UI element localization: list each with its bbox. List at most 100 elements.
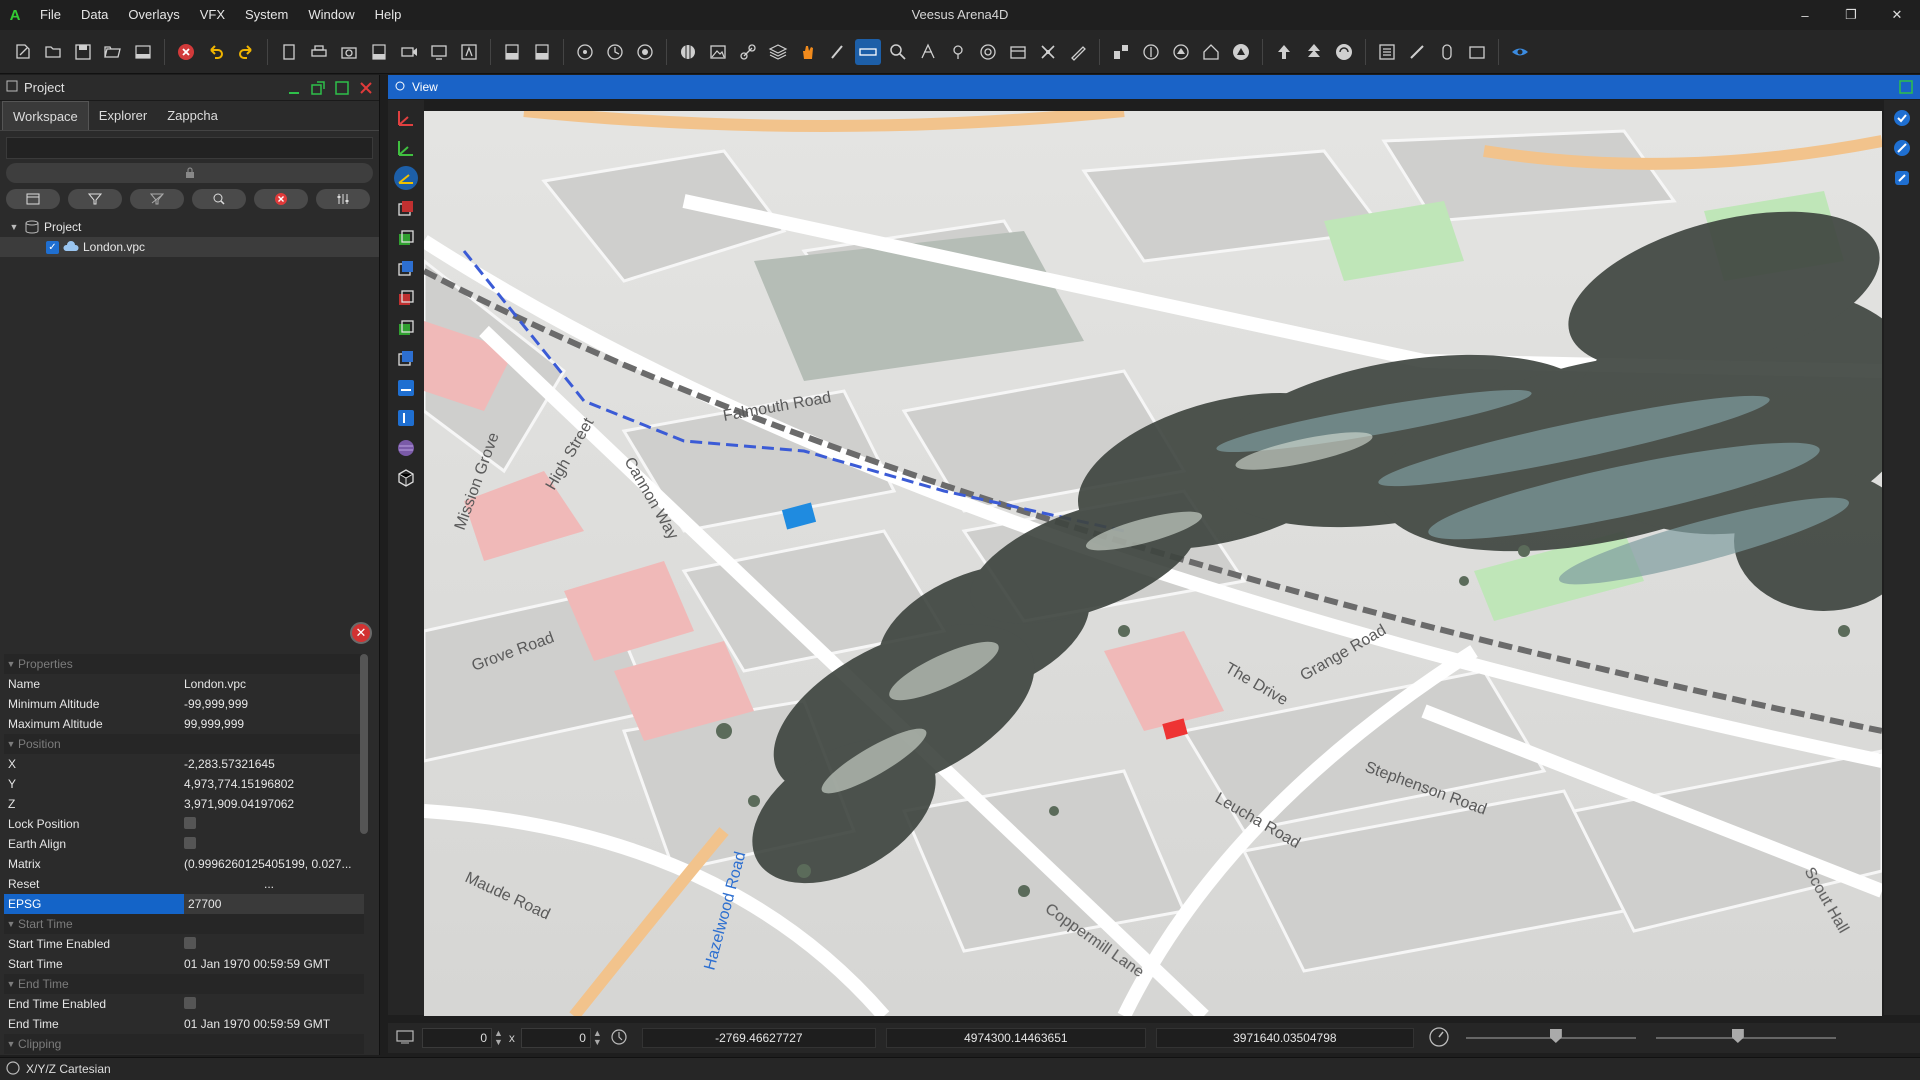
gps-icon[interactable] [610, 1028, 628, 1049]
box-icon[interactable] [1005, 39, 1031, 65]
pencil-icon[interactable] [1065, 39, 1091, 65]
reset-view-icon[interactable] [1890, 106, 1914, 130]
eye-icon[interactable] [1507, 39, 1533, 65]
x-coordinate[interactable]: -2769.46627727 [641, 1028, 876, 1048]
properties-scrollbar[interactable] [360, 654, 368, 834]
height-field[interactable]: 0 [520, 1028, 591, 1048]
print-icon[interactable] [306, 39, 332, 65]
prop-max-altitude[interactable]: Maximum Altitude 99,999,999 [4, 714, 364, 734]
epsg-field[interactable]: 27700 [184, 894, 364, 914]
tree-item-london[interactable]: ✓ London.vpc [0, 237, 379, 257]
menu-vfx[interactable]: VFX [190, 0, 235, 30]
height-stepper-icon[interactable]: ▲ ▼ [593, 1029, 602, 1047]
search-icon[interactable] [885, 39, 911, 65]
restore-button[interactable]: ❐ [1828, 0, 1874, 30]
zoom-slider[interactable] [1655, 1026, 1836, 1050]
prop-end-time-enabled[interactable]: End Time Enabled [4, 994, 364, 1014]
z-coordinate[interactable]: 3971640.03504798 [1155, 1028, 1414, 1048]
tab-zappcha[interactable]: Zappcha [157, 101, 228, 130]
axis-red-icon[interactable] [394, 106, 418, 130]
undo-icon[interactable] [203, 39, 229, 65]
view-top-icon[interactable] [394, 316, 418, 340]
menu-help[interactable]: Help [365, 0, 412, 30]
prop-y[interactable]: Y 4,973,774.15196802 [4, 774, 364, 794]
particles-icon[interactable] [572, 39, 598, 65]
view-right-icon[interactable] [394, 286, 418, 310]
prop-matrix[interactable]: Matrix (0.9996260125405199, 0.027... [4, 854, 364, 874]
remove-button[interactable] [254, 189, 308, 209]
triangle-icon[interactable] [1228, 39, 1254, 65]
close-panel-icon[interactable] [357, 79, 375, 97]
compass-icon[interactable] [915, 39, 941, 65]
cloud-icon[interactable] [975, 39, 1001, 65]
prop-start-time-enabled[interactable]: Start Time Enabled [4, 934, 364, 954]
sphere-icon[interactable] [394, 436, 418, 460]
end-time-checkbox[interactable] [184, 996, 196, 1009]
float-panel-icon[interactable] [309, 79, 327, 97]
pin-icon[interactable] [945, 39, 971, 65]
mouse-icon[interactable] [1434, 39, 1460, 65]
window-icon[interactable] [1464, 39, 1490, 65]
link-icon[interactable] [735, 39, 761, 65]
reset-button[interactable]: ... [184, 877, 364, 891]
start-time-checkbox[interactable] [184, 936, 196, 949]
camera-icon[interactable] [336, 39, 362, 65]
save-icon[interactable] [70, 39, 96, 65]
list-icon[interactable] [1374, 39, 1400, 65]
y-coordinate[interactable]: 4974300.14463651 [885, 1028, 1146, 1048]
3d-viewport[interactable]: High Street Mission Grove Falmouth Road … [424, 111, 1882, 1016]
prop-min-altitude[interactable]: Minimum Altitude -99,999,999 [4, 694, 364, 714]
group-properties[interactable]: ▼ Properties [4, 654, 364, 674]
up-icon[interactable] [1168, 39, 1194, 65]
menu-file[interactable]: File [30, 0, 71, 30]
csv-icon[interactable] [130, 39, 156, 65]
prop-reset[interactable]: Reset... [4, 874, 364, 894]
width-stepper-icon[interactable]: ▲ ▼ [494, 1029, 503, 1047]
arrow-up-icon[interactable] [1271, 39, 1297, 65]
pen-view-icon[interactable] [1890, 136, 1914, 160]
menu-overlays[interactable]: Overlays [118, 0, 189, 30]
edit-view-icon[interactable] [1890, 166, 1914, 190]
menu-system[interactable]: System [235, 0, 298, 30]
ruler-icon[interactable] [1404, 39, 1430, 65]
house-icon[interactable] [1198, 39, 1224, 65]
tree-item-project[interactable]: ▼ Project [0, 217, 379, 237]
view-bottom-icon[interactable] [394, 346, 418, 370]
layers-icon[interactable] [765, 39, 791, 65]
new-icon[interactable] [10, 39, 36, 65]
view-back-icon[interactable] [394, 226, 418, 250]
group-clipping[interactable]: ▼ Clipping [4, 1034, 364, 1054]
visibility-checkbox[interactable]: ✓ [46, 240, 59, 254]
earth-align-checkbox[interactable] [184, 836, 196, 849]
vertical-split-icon[interactable] [394, 406, 418, 430]
clock-icon[interactable] [602, 39, 628, 65]
hand-icon[interactable] [795, 39, 821, 65]
stop-icon[interactable] [173, 39, 199, 65]
view-left-icon[interactable] [394, 256, 418, 280]
tree-icon[interactable] [1138, 39, 1164, 65]
prop-start-time[interactable]: Start Time 01 Jan 1970 00:59:59 GMT [4, 954, 364, 974]
menu-window[interactable]: Window [298, 0, 364, 30]
collapse-button[interactable] [6, 189, 60, 209]
brush-icon[interactable] [825, 39, 851, 65]
prop-end-time[interactable]: End Time 01 Jan 1970 00:59:59 GMT [4, 1014, 364, 1034]
measure-icon[interactable] [855, 38, 881, 65]
speed-slider-thumb[interactable] [1549, 1029, 1562, 1043]
tab-workspace[interactable]: Workspace [2, 101, 89, 130]
menu-data[interactable]: Data [71, 0, 118, 30]
filter-input[interactable] [6, 137, 373, 159]
view-front-icon[interactable] [394, 196, 418, 220]
lock-bar[interactable] [6, 163, 373, 183]
filter-button[interactable] [68, 189, 122, 209]
monitor-icon[interactable] [426, 39, 452, 65]
speedometer-icon[interactable] [1428, 1026, 1450, 1051]
prop-epsg[interactable]: EPSG 27700 [4, 894, 364, 914]
folder-icon[interactable] [100, 39, 126, 65]
maximize-panel-icon[interactable] [333, 79, 351, 97]
ppt-export-icon[interactable] [529, 39, 555, 65]
chevron-down-icon[interactable]: ▼ [8, 222, 20, 232]
document-icon[interactable] [276, 39, 302, 65]
axis-blue-icon[interactable] [394, 166, 418, 190]
open-icon[interactable] [40, 39, 66, 65]
tab-explorer[interactable]: Explorer [89, 101, 157, 130]
